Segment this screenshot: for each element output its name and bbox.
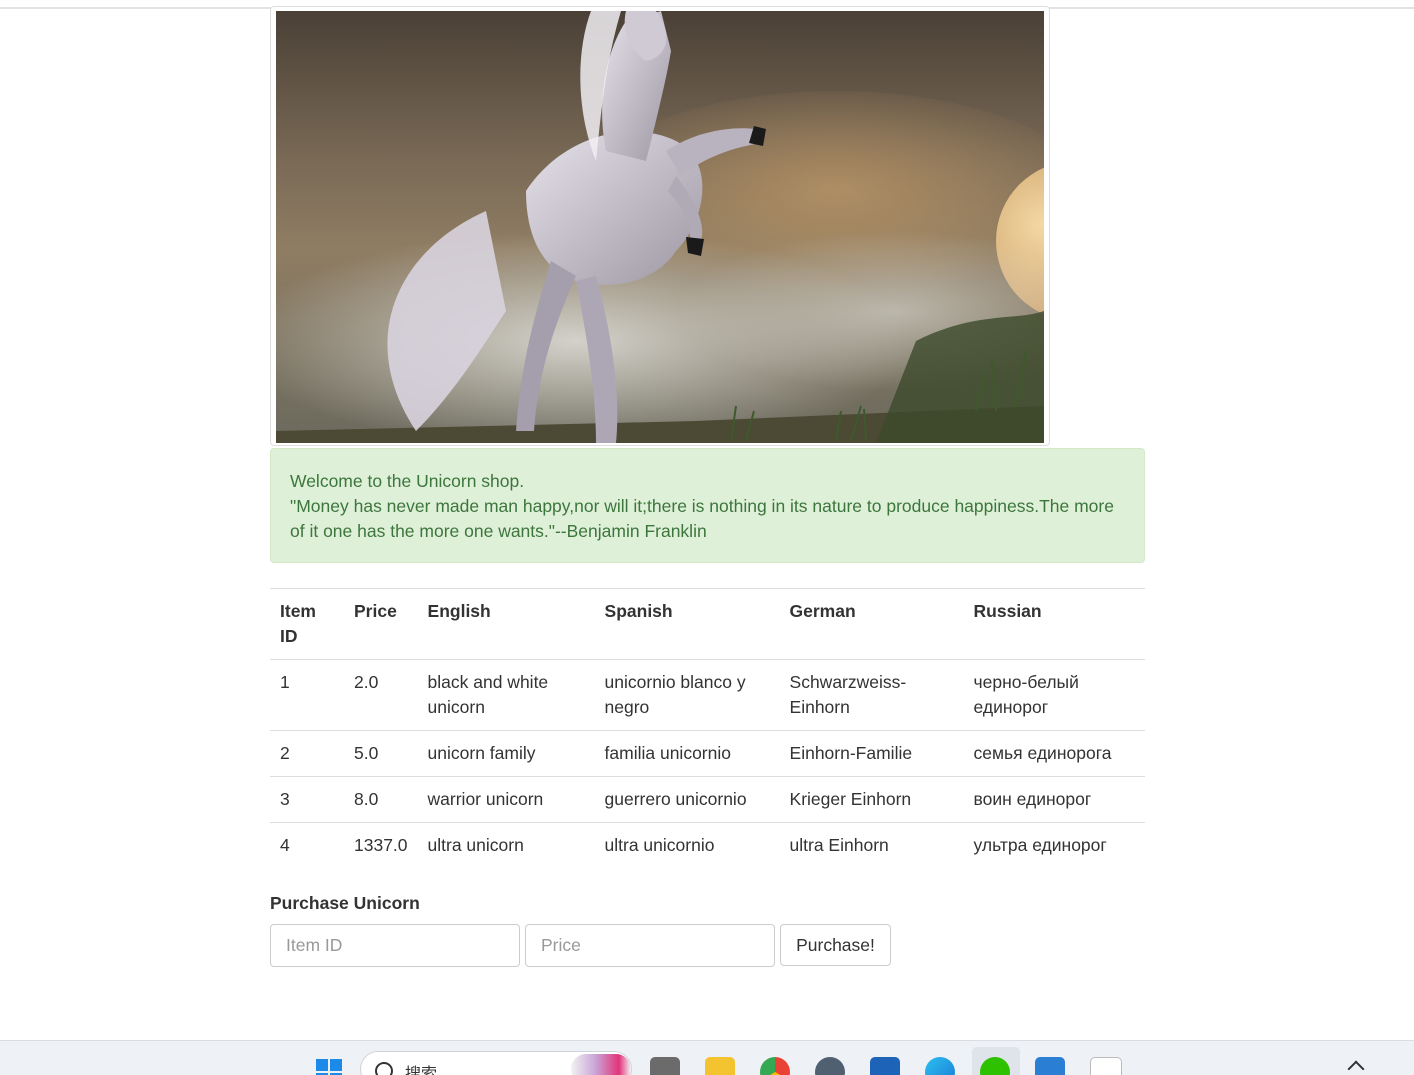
table-row: 2 5.0 unicorn family familia unicornio E… xyxy=(270,730,1145,777)
header-german: German xyxy=(779,588,964,660)
unicorn-table: Item ID Price English Spanish German Rus… xyxy=(270,588,1145,868)
cell-item-id: 4 xyxy=(270,822,344,868)
search-icon xyxy=(375,1062,393,1075)
cell-price: 1337.0 xyxy=(344,822,418,868)
cell-item-id: 2 xyxy=(270,730,344,777)
table-row: 4 1337.0 ultra unicorn ultra unicornio u… xyxy=(270,822,1145,868)
folder-icon[interactable] xyxy=(705,1057,735,1075)
remote-desktop-icon[interactable] xyxy=(1035,1057,1065,1075)
table-header-row: Item ID Price English Spanish German Rus… xyxy=(270,588,1145,660)
cell-price: 8.0 xyxy=(344,776,418,823)
franklin-quote: "Money has never made man happy,nor will… xyxy=(290,496,1114,541)
app-icon[interactable] xyxy=(815,1057,845,1075)
header-english: English xyxy=(417,588,595,660)
cell-russian: ультра единорог xyxy=(963,822,1145,868)
chrome-icon[interactable] xyxy=(760,1057,790,1075)
cell-english: ultra unicorn xyxy=(417,822,595,868)
purchase-heading: Purchase Unicorn xyxy=(270,893,420,913)
cell-english: warrior unicorn xyxy=(417,776,595,823)
unicorn-image xyxy=(276,11,1044,443)
cell-item-id: 3 xyxy=(270,776,344,823)
search-highlight-icon xyxy=(571,1054,631,1075)
chevron-up-icon[interactable] xyxy=(1347,1060,1365,1075)
edge-icon[interactable] xyxy=(925,1057,955,1075)
header-item-id: Item ID xyxy=(270,588,344,660)
cell-spanish: unicornio blanco y negro xyxy=(604,672,746,717)
windows-start-icon[interactable] xyxy=(314,1057,344,1075)
unicorn-hero-image xyxy=(270,6,1050,446)
search-text: 搜索 xyxy=(405,1064,438,1075)
cell-english: black and white unicorn xyxy=(427,672,549,717)
store-icon[interactable] xyxy=(870,1057,900,1075)
table-row: 1 2.0 black and white unicorn unicornio … xyxy=(270,660,1145,731)
cell-price: 5.0 xyxy=(344,730,418,777)
windows-taskbar: 搜索 xyxy=(0,1040,1414,1075)
cell-spanish: ultra unicornio xyxy=(594,822,780,868)
taskbar-search-box[interactable]: 搜索 xyxy=(360,1051,632,1075)
cell-german: Einhorn-Familie xyxy=(779,730,964,777)
table-row: 3 8.0 warrior unicorn guerrero unicornio… xyxy=(270,776,1145,823)
file-explorer-icon[interactable] xyxy=(650,1057,680,1075)
cell-spanish: familia unicornio xyxy=(594,730,780,777)
price-input[interactable] xyxy=(525,924,775,967)
header-russian: Russian xyxy=(963,588,1145,660)
header-spanish: Spanish xyxy=(594,588,780,660)
cell-russian: черно-белый единорог xyxy=(973,672,1079,717)
welcome-alert: Welcome to the Unicorn shop. "Money has … xyxy=(270,448,1145,563)
cell-english: unicorn family xyxy=(417,730,595,777)
cell-russian: семья единорога xyxy=(963,730,1145,777)
cell-spanish: guerrero unicornio xyxy=(594,776,780,823)
purchase-button[interactable]: Purchase! xyxy=(780,924,891,966)
cell-german: ultra Einhorn xyxy=(779,822,964,868)
header-price: Price xyxy=(344,588,418,660)
item-id-input[interactable] xyxy=(270,924,520,967)
typora-icon[interactable] xyxy=(1090,1057,1122,1075)
cell-german: Schwarzweiss-Einhorn xyxy=(789,672,907,717)
cell-german: Krieger Einhorn xyxy=(779,776,964,823)
cell-item-id: 1 xyxy=(280,672,290,692)
cell-price: 2.0 xyxy=(354,672,379,692)
welcome-message: Welcome to the Unicorn shop. xyxy=(290,471,525,491)
cell-russian: воин единорог xyxy=(963,776,1145,823)
